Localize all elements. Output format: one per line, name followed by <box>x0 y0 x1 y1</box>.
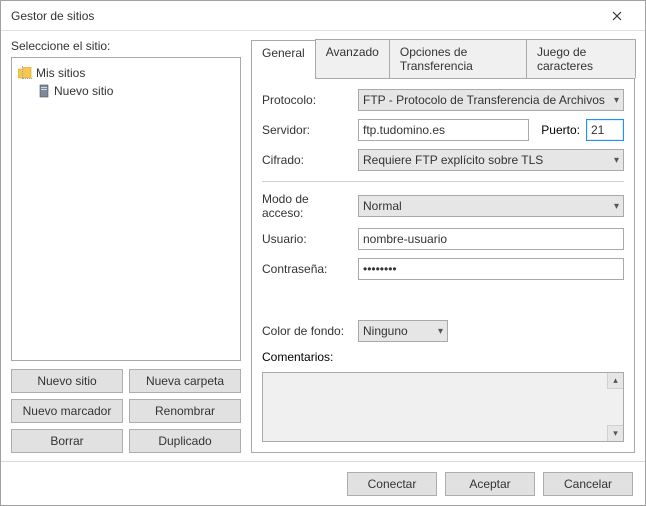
chevron-down-icon: ▾ <box>614 95 619 106</box>
tab-charset[interactable]: Juego de caracteres <box>526 39 636 78</box>
tab-strip: General Avanzado Opciones de Transferenc… <box>251 39 635 79</box>
tab-advanced[interactable]: Avanzado <box>315 39 390 78</box>
scroll-up-button[interactable]: ▴ <box>607 373 623 389</box>
port-input[interactable] <box>586 119 624 141</box>
new-bookmark-button[interactable]: Nuevo marcador <box>11 399 123 423</box>
user-label: Usuario: <box>262 232 352 246</box>
row-password: Contraseña: <box>262 258 624 280</box>
row-encryption: Cifrado: Requiere FTP explícito sobre TL… <box>262 149 624 171</box>
left-buttons: Nuevo sitio Nueva carpeta Nuevo marcador… <box>11 369 241 453</box>
row-bgcolor: Color de fondo: Ninguno ▾ <box>262 320 624 342</box>
chevron-down-icon: ▾ <box>614 155 619 166</box>
server-input[interactable] <box>358 119 529 141</box>
close-button[interactable] <box>597 2 637 30</box>
accept-button[interactable]: Aceptar <box>445 472 535 496</box>
access-select[interactable]: Normal ▾ <box>358 195 624 217</box>
bgcolor-select[interactable]: Ninguno ▾ <box>358 320 448 342</box>
close-icon <box>612 11 622 21</box>
row-user: Usuario: <box>262 228 624 250</box>
site-tree[interactable]: Mis sitios Nuevo sitio <box>11 57 241 361</box>
protocol-label: Protocolo: <box>262 93 352 107</box>
access-value: Normal <box>363 199 402 213</box>
cancel-button[interactable]: Cancelar <box>543 472 633 496</box>
new-site-button[interactable]: Nuevo sitio <box>11 369 123 393</box>
dialog-body: Seleccione el sitio: Mis sitios Nuevo si… <box>1 31 645 461</box>
server-label: Servidor: <box>262 123 352 137</box>
window-title: Gestor de sitios <box>11 9 597 23</box>
rename-button[interactable]: Renombrar <box>129 399 241 423</box>
protocol-value: FTP - Protocolo de Transferencia de Arch… <box>363 93 605 107</box>
row-protocol: Protocolo: FTP - Protocolo de Transferen… <box>262 89 624 111</box>
comments-textarea[interactable]: ▴ ▾ <box>262 372 624 442</box>
tree-root-item[interactable]: Mis sitios <box>16 64 236 82</box>
access-label: Modo de acceso: <box>262 192 352 220</box>
duplicate-button[interactable]: Duplicado <box>129 429 241 453</box>
chevron-down-icon: ▾ <box>614 201 619 212</box>
password-input[interactable] <box>358 258 624 280</box>
bgcolor-label: Color de fondo: <box>262 324 352 338</box>
server-icon <box>38 84 50 98</box>
encryption-value: Requiere FTP explícito sobre TLS <box>363 153 543 167</box>
tab-content-general: Protocolo: FTP - Protocolo de Transferen… <box>251 79 635 453</box>
row-server: Servidor: Puerto: <box>262 119 624 141</box>
chevron-down-icon: ▾ <box>438 326 443 337</box>
right-panel: General Avanzado Opciones de Transferenc… <box>251 39 635 453</box>
protocol-select[interactable]: FTP - Protocolo de Transferencia de Arch… <box>358 89 624 111</box>
comments-label: Comentarios: <box>262 350 624 364</box>
tree-root-label: Mis sitios <box>36 66 85 80</box>
delete-button[interactable]: Borrar <box>11 429 123 453</box>
dialog-footer: Conectar Aceptar Cancelar <box>1 461 645 505</box>
connect-button[interactable]: Conectar <box>347 472 437 496</box>
tab-transfer[interactable]: Opciones de Transferencia <box>389 39 527 78</box>
user-input[interactable] <box>358 228 624 250</box>
encryption-select[interactable]: Requiere FTP explícito sobre TLS ▾ <box>358 149 624 171</box>
new-folder-button[interactable]: Nueva carpeta <box>129 369 241 393</box>
tab-general[interactable]: General <box>251 40 316 79</box>
encryption-label: Cifrado: <box>262 153 352 167</box>
row-access: Modo de acceso: Normal ▾ <box>262 192 624 220</box>
tree-child-label: Nuevo sitio <box>54 84 113 98</box>
scroll-down-button[interactable]: ▾ <box>607 425 623 441</box>
titlebar: Gestor de sitios <box>1 1 645 31</box>
port-label: Puerto: <box>541 123 580 137</box>
site-manager-window: Gestor de sitios Seleccione el sitio: Mi… <box>0 0 646 506</box>
tree-child-item[interactable]: Nuevo sitio <box>16 82 236 100</box>
folder-icon <box>18 67 32 79</box>
left-panel: Seleccione el sitio: Mis sitios Nuevo si… <box>11 39 241 453</box>
password-label: Contraseña: <box>262 262 352 276</box>
divider <box>262 181 624 182</box>
bgcolor-value: Ninguno <box>363 324 408 338</box>
select-site-label: Seleccione el sitio: <box>11 39 241 53</box>
